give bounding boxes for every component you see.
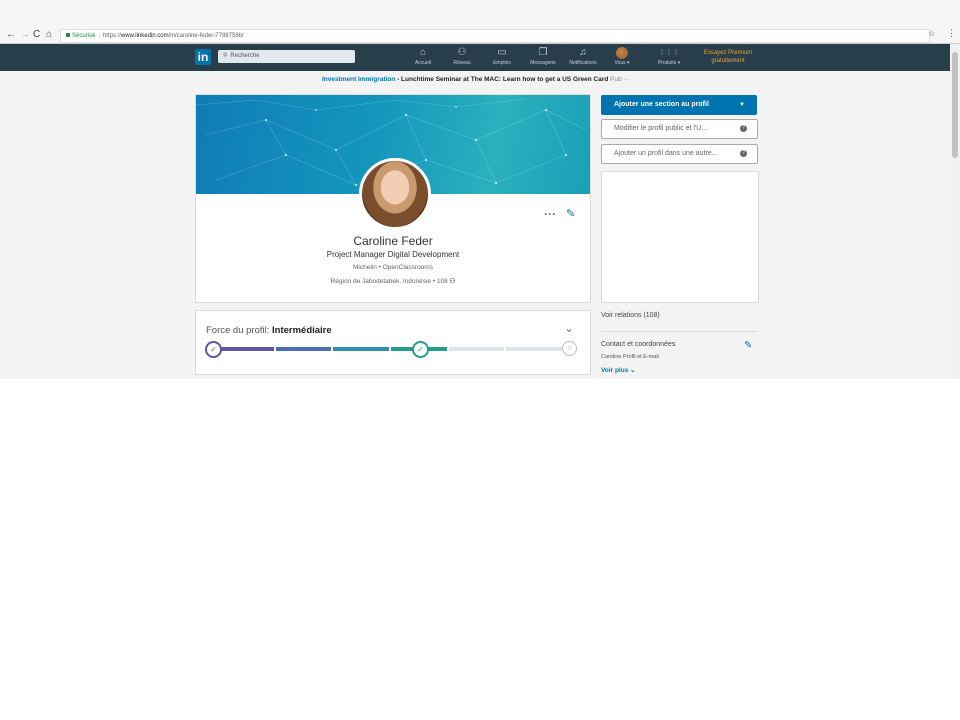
premium-line-1: Essayez Premium <box>703 50 753 56</box>
url-prefix: https:// <box>102 33 121 39</box>
premium-link[interactable]: Essayez Premium gratuitement <box>688 49 768 65</box>
page-scrollbar[interactable] <box>950 44 960 379</box>
url-path: /in/caroline-feder-7788758b/ <box>168 33 244 39</box>
lock-icon <box>66 33 70 38</box>
forward-icon[interactable]: → <box>20 29 30 41</box>
sidebar-blank-panel <box>601 171 759 303</box>
divider <box>601 331 757 332</box>
profile-location[interactable]: Région de Jabodetabek, Indonésie • 108 ⚇ <box>196 277 590 285</box>
see-connections-link[interactable]: Voir relations (108) <box>601 312 660 319</box>
chevron-down-icon[interactable]: ⌄ <box>564 321 574 335</box>
check-current-icon: ✓ <box>412 341 429 358</box>
ad-link[interactable]: Investment Immigration <box>322 76 395 83</box>
back-icon[interactable]: ← <box>6 29 16 41</box>
caret-down-icon: ▼ <box>739 102 745 108</box>
nav-jobs-label: Emplois <box>493 60 511 66</box>
strength-segment <box>506 347 562 351</box>
ad-text: - Lunchtime Seminar at The MAC: Learn ho… <box>395 76 609 83</box>
nav-products-label: Produits ▾ <box>657 60 681 66</box>
strength-label: Force du profil: <box>206 325 272 336</box>
nav-network[interactable]: ⚇ Réseau <box>442 47 482 67</box>
nav-me[interactable]: Vous ▾ <box>602 47 642 67</box>
nav-notifications-label: Notifications <box>569 60 597 66</box>
add-section-label: Ajouter une section au profil <box>614 101 709 108</box>
ad-banner[interactable]: Investment Immigration - Lunchtime Semin… <box>195 75 757 85</box>
nav-jobs[interactable]: ▭ Emplois <box>482 47 522 67</box>
nav-messaging-label: Messagerie <box>530 60 556 66</box>
see-more-label: Voir plus <box>601 367 629 374</box>
edit-pencil-icon[interactable]: ✎ <box>744 340 752 351</box>
briefcase-icon: ▭ <box>497 47 507 58</box>
check-start-icon: ✓ <box>205 341 222 358</box>
ad-tag[interactable]: Pub ··· <box>610 76 630 83</box>
nav-me-label: Vous ▾ <box>614 60 630 66</box>
star-goal-icon: ☆ <box>562 341 577 356</box>
reload-icon[interactable]: C <box>33 29 40 41</box>
url-host: www.linkedin.com <box>120 33 169 39</box>
scrollbar-thumb[interactable] <box>952 52 958 158</box>
nav-home[interactable]: ⌂ Accueil <box>403 47 443 67</box>
nav-home-label: Accueil <box>414 60 432 66</box>
add-section-button[interactable]: Ajouter une section au profil ▼ <box>601 95 757 115</box>
grid-icon: ⋮⋮⋮ <box>658 49 680 56</box>
edit-pencil-icon[interactable]: ✎ <box>566 207 575 220</box>
premium-line-2: gratuitement <box>711 58 745 64</box>
message-icon: ❐ <box>538 47 548 58</box>
profile-photo[interactable] <box>359 158 431 230</box>
contact-info-sub: Caroline Profil et E-mail <box>601 354 659 360</box>
edit-public-profile-button[interactable]: Modifier le profil public et l'U... ? <box>601 119 758 139</box>
search-placeholder: Recherche <box>230 53 260 59</box>
bookmark-star-icon[interactable]: ☆ <box>928 29 935 38</box>
secure-label: Sécurisé <box>72 33 96 39</box>
strength-segment <box>218 347 274 351</box>
contact-info-title: Contact et coordonnées <box>601 341 676 348</box>
screenshot-area: ← → C ⌂ Sécurisé | https://www.linkedin.co… <box>0 0 960 379</box>
linkedin-logo[interactable]: in <box>195 49 211 65</box>
nav-network-label: Réseau <box>453 60 471 66</box>
avatar <box>616 47 628 59</box>
bell-icon: ♫ <box>579 47 587 58</box>
add-language-profile-button[interactable]: Ajouter un profil dans une autre... ? <box>601 144 758 164</box>
nav-products[interactable]: ⋮⋮⋮ Produits ▾ <box>649 47 689 67</box>
add-language-profile-label: Ajouter un profil dans une autre... <box>614 150 718 157</box>
browser-menu-icon[interactable]: ⋮ <box>947 28 956 39</box>
profile-strength-card: Force du profil: Intermédiaire ⌄ ✓ ✓ ☆ <box>195 310 591 375</box>
more-options-icon[interactable]: ··· <box>544 207 556 221</box>
profile-card: ··· ✎ Caroline Feder Project Manager Dig… <box>195 94 591 303</box>
search-input[interactable]: ⚲ Recherche <box>218 50 355 63</box>
edit-public-profile-label: Modifier le profil public et l'U... <box>614 125 708 132</box>
strength-level: Intermédiaire <box>272 325 332 336</box>
strength-segment <box>448 347 505 351</box>
home-icon[interactable]: ⌂ <box>46 29 52 41</box>
search-icon: ⚲ <box>223 53 228 59</box>
see-more-link[interactable]: Voir plus ⌄ <box>601 366 636 374</box>
profile-location-text: Région de Jabodetabek, Indonésie • 108 <box>330 278 448 285</box>
address-bar[interactable]: Sécurisé | https://www.linkedin.com/in/car… <box>60 29 930 43</box>
strength-segment <box>333 347 389 351</box>
profile-name: Caroline Feder <box>353 234 433 248</box>
nav-notifications[interactable]: ♫ Notifications <box>563 47 603 67</box>
help-icon: ? <box>740 125 747 132</box>
people-icon: ⚇ <box>457 47 467 58</box>
home-icon: ⌂ <box>419 47 427 58</box>
chevron-down-icon: ⌄ <box>630 367 636 374</box>
strength-segment <box>275 347 332 351</box>
connections-icon: ⚇ <box>449 278 456 285</box>
help-icon: ? <box>740 150 747 157</box>
nav-messaging[interactable]: ❐ Messagerie <box>523 47 563 67</box>
profile-headline: Project Manager Digital Development <box>326 250 460 259</box>
strength-title: Force du profil: Intermédiaire <box>206 325 332 336</box>
profile-companies[interactable]: Michelin • OpenClassrooms <box>196 264 590 271</box>
